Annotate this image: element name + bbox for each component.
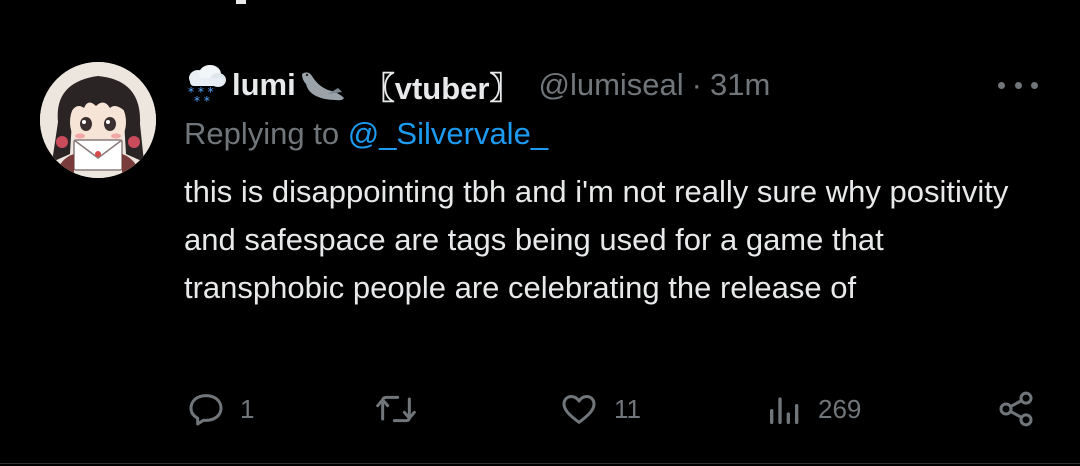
retweet-button[interactable] [374, 386, 432, 432]
avatar[interactable] [40, 62, 156, 178]
more-options-button[interactable] [998, 70, 1038, 100]
reply-icon [189, 394, 223, 426]
author-tag[interactable]: 〖vtuber〗 [364, 63, 521, 108]
snow-cloud-icon: * * * * * [188, 65, 226, 106]
more-dot [998, 81, 1005, 89]
like-button[interactable]: 11 [558, 386, 641, 432]
heart-icon [562, 395, 596, 424]
more-dot [1014, 81, 1022, 89]
tweet-actions: 1 11 269 [0, 386, 1080, 432]
share-icon [999, 391, 1033, 427]
tweet-text: this is disappointing tbh and i'm not re… [184, 174, 1009, 305]
replying-to-label: Replying to [184, 116, 340, 151]
share-button[interactable] [996, 386, 1036, 432]
reply-button[interactable]: 1 [186, 386, 254, 432]
retweet-icon [376, 395, 416, 423]
tweet[interactable]: * * * * * lumi 〖vtuber〗 @lumiseal · 31m … [0, 0, 1080, 466]
more-dot [1031, 81, 1038, 89]
timestamp[interactable]: 31m [710, 67, 770, 103]
replying-to: Replying to @_Silvervale_ [184, 116, 548, 152]
separator-dot: · [691, 67, 702, 102]
reply-count: 1 [240, 393, 255, 424]
author-handle[interactable]: @lumiseal [538, 67, 683, 103]
views-button[interactable]: 269 [766, 386, 861, 432]
tweet-header: * * * * * lumi 〖vtuber〗 @lumiseal · 31m [184, 62, 770, 108]
view-count: 269 [818, 393, 862, 424]
author-display-name[interactable]: lumi [232, 67, 296, 103]
seal-icon [301, 72, 344, 101]
reply-mention-link[interactable]: @_Silvervale_ [348, 116, 548, 151]
analytics-icon [770, 397, 799, 424]
like-count: 11 [614, 393, 641, 424]
avatar-image [40, 62, 156, 178]
svg-text:* *: * * [194, 94, 210, 106]
tweet-divider [0, 463, 1080, 464]
